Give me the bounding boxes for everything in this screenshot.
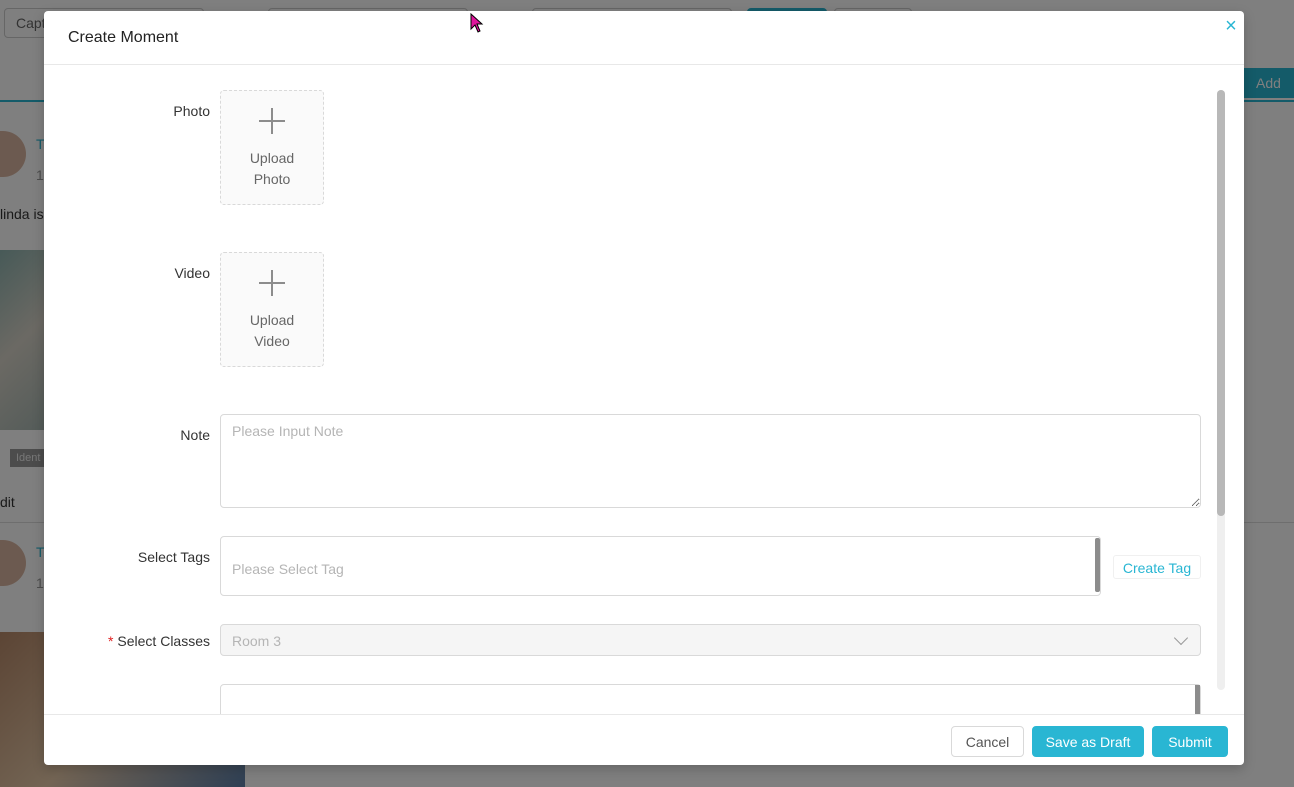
chevron-down-icon	[1173, 630, 1189, 646]
next-field-scrollbar[interactable]	[1195, 685, 1200, 714]
modal-title: Create Moment	[68, 29, 179, 46]
next-field[interactable]	[220, 684, 1201, 714]
submit-button[interactable]: Submit	[1152, 726, 1228, 757]
cancel-button[interactable]: Cancel	[951, 726, 1024, 757]
modal-body: Photo Upload Photo Video Upload Video No…	[44, 66, 1244, 714]
classes-label-text: Select Classes	[117, 633, 210, 649]
required-mark: *	[107, 633, 114, 649]
upload-photo-button[interactable]: Upload Photo	[220, 90, 324, 205]
modal-scrollbar-thumb[interactable]	[1217, 90, 1225, 516]
classes-select[interactable]: Room 3	[220, 624, 1201, 656]
upload-video-button[interactable]: Upload Video	[220, 252, 324, 367]
close-icon[interactable]: ×	[1220, 15, 1242, 37]
note-textarea[interactable]	[220, 414, 1201, 508]
upload-video-text: Upload Video	[249, 312, 295, 349]
classes-label: * Select Classes	[44, 633, 210, 649]
tags-scrollbar[interactable]	[1095, 538, 1100, 592]
video-label: Video	[174, 265, 210, 281]
plus-icon	[259, 108, 285, 134]
modal-footer: Cancel Save as Draft Submit	[44, 714, 1244, 765]
tags-select[interactable]: Please Select Tag	[220, 536, 1101, 596]
create-tag-button[interactable]: Create Tag	[1113, 555, 1201, 579]
note-label: Note	[180, 427, 210, 443]
create-moment-modal: Create Moment × Photo Upload Photo Video…	[44, 11, 1244, 765]
modal-header: Create Moment ×	[44, 11, 1244, 65]
tags-label: Select Tags	[137, 549, 210, 565]
plus-icon	[259, 270, 285, 296]
save-draft-button[interactable]: Save as Draft	[1032, 726, 1144, 757]
upload-photo-text: Upload Photo	[249, 150, 295, 187]
photo-label: Photo	[173, 103, 210, 119]
tags-placeholder: Please Select Tag	[232, 561, 344, 577]
mouse-cursor-icon	[470, 13, 484, 33]
modal-scrollbar[interactable]	[1217, 90, 1225, 690]
classes-value: Room 3	[232, 633, 282, 649]
